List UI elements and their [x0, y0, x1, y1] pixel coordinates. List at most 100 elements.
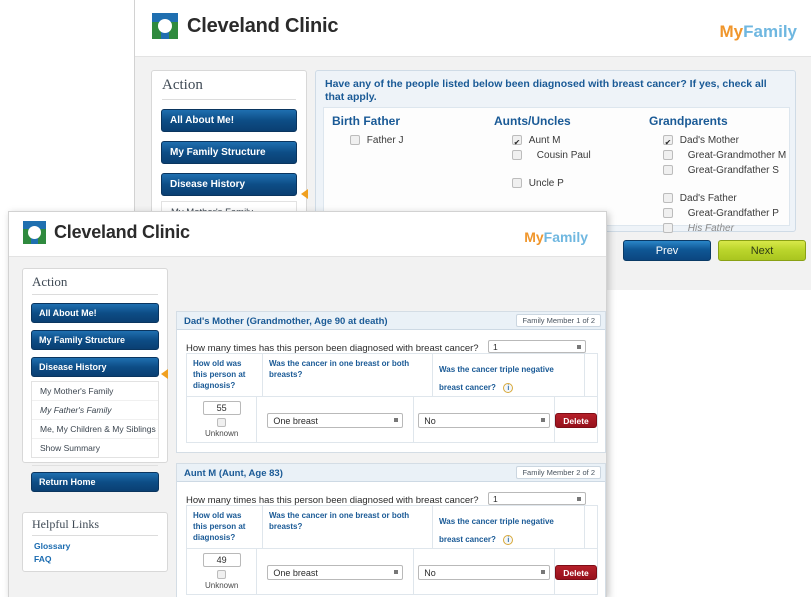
card-2-laterality-value: One breast: [273, 567, 318, 578]
sub-item-me-my-children-siblings-fg[interactable]: Me, My Children & My Siblings: [32, 420, 158, 439]
checkbox-row-dads-father[interactable]: Dad's Father: [663, 191, 789, 206]
helpful-link-glossary[interactable]: Glossary: [34, 541, 167, 551]
card-1-age-input[interactable]: [202, 401, 241, 415]
card-1-unknown-checkbox[interactable]: [217, 418, 227, 427]
action-panel-title-bg: Action: [162, 77, 296, 100]
checkbox-his-father[interactable]: [663, 223, 673, 234]
checkbox-aunt-m[interactable]: [512, 135, 522, 150]
card-1-delete-button[interactable]: Delete: [555, 412, 597, 428]
card-2-col-laterality-header: Was the cancer in one breast or both bre…: [263, 506, 433, 549]
prev-button-bg[interactable]: Prev: [623, 240, 711, 261]
col-header-label: Was the cancer triple negative breast ca…: [439, 517, 554, 544]
helpful-link-label: Glossary: [34, 541, 71, 551]
checkbox-row-great-grandfather-p[interactable]: Great-Grandfather P: [663, 206, 789, 221]
nav-button-my-family-structure-bg[interactable]: My Family Structure: [161, 141, 297, 164]
checkbox-great-grandmother-m[interactable]: [663, 150, 673, 161]
next-button-bg[interactable]: Next: [718, 240, 806, 261]
card-2-unknown-checkbox[interactable]: [217, 570, 227, 579]
delete-button-label: Delete: [563, 567, 589, 578]
checkbox-row-dads-mother[interactable]: Dad's Mother: [663, 133, 789, 150]
foreground-window-header: Cleveland Clinic MyFamily: [9, 212, 606, 257]
checkbox-dads-father[interactable]: [663, 193, 673, 204]
card-1-count-value: 1: [493, 342, 498, 353]
checkbox-father-j[interactable]: [350, 135, 360, 146]
action-panel-title-fg: Action: [32, 274, 158, 295]
card-1-triple-negative-select[interactable]: No: [418, 412, 551, 428]
nav-button-label: All About Me!: [170, 115, 235, 126]
foreground-window: Cleveland Clinic MyFamily Action All Abo…: [8, 211, 607, 597]
helpful-link-faq[interactable]: FAQ: [34, 554, 167, 564]
chevron-down-icon: [541, 418, 546, 422]
next-button-label: Next: [750, 245, 774, 257]
sub-item-show-summary-fg[interactable]: Show Summary: [32, 439, 158, 457]
nav-button-label: Disease History: [170, 179, 246, 190]
card-2-laterality-select[interactable]: One breast: [267, 564, 404, 580]
card-2-table-header-row: How old was this person at diagnosis? Wa…: [187, 506, 597, 549]
nav-button-all-about-me-fg[interactable]: All About Me!: [31, 303, 159, 323]
cleveland-clinic-wordmark-bg: Cleveland Clinic: [187, 14, 339, 37]
checkbox-great-grandfather-s[interactable]: [663, 165, 673, 176]
card-2-col-triple-negative-header: Was the cancer triple negative breast ca…: [433, 506, 585, 549]
cleveland-clinic-mark-icon-fg: [23, 221, 46, 244]
delete-button-label: Delete: [563, 415, 589, 426]
nav-button-label: Disease History: [39, 362, 107, 372]
card-2-count-value: 1: [493, 494, 498, 505]
sub-item-label: Show Summary: [40, 443, 100, 453]
myfamily-family-bg: Family: [743, 22, 797, 41]
cleveland-clinic-logo-bg: Cleveland Clinic: [152, 13, 338, 39]
checkbox-row-great-grandfather-s[interactable]: Great-Grandfather S: [663, 163, 789, 178]
card-1-triple-negative-value: No: [424, 415, 436, 426]
question-text-value: Have any of the people listed below been…: [325, 78, 767, 104]
col-header-label: How old was this person at diagnosis?: [193, 511, 246, 542]
card-1-count-select[interactable]: 1: [488, 340, 587, 354]
col-header-label: Was the cancer in one breast or both bre…: [269, 359, 410, 379]
nav-button-all-about-me-bg[interactable]: All About Me!: [161, 109, 297, 132]
card-2-triple-negative-select[interactable]: No: [418, 564, 551, 580]
nav-button-label: All About Me!: [39, 308, 97, 318]
checkbox-uncle-p[interactable]: [512, 178, 522, 189]
card-1-unknown-label: Unknown: [204, 429, 239, 438]
checkbox-cousin-paul[interactable]: [512, 150, 522, 161]
card-1-col-age-header: How old was this person at diagnosis?: [187, 354, 263, 397]
card-2-count-select[interactable]: 1: [488, 492, 587, 506]
card-2-delete-button[interactable]: Delete: [555, 564, 597, 580]
checkbox-great-grandfather-p[interactable]: [663, 208, 673, 219]
checkbox-row-great-grandmother-m[interactable]: Great-Grandmother M: [663, 148, 789, 163]
checkbox-row-his-father[interactable]: His Father: [663, 221, 789, 236]
nav-button-disease-history-fg[interactable]: Disease History: [31, 357, 159, 377]
nav-button-disease-history-bg[interactable]: Disease History: [161, 173, 297, 196]
triple-negative-info-icon-1[interactable]: i: [503, 383, 514, 393]
card-1-triple-negative-cell: No: [414, 397, 555, 443]
card-2-header: Aunt M (Aunt, Age 83) Family Member 2 of…: [177, 464, 605, 482]
foreground-window-body: Action All About Me! My Family Structure…: [9, 257, 606, 597]
card-1-table: How old was this person at diagnosis? Wa…: [186, 353, 598, 443]
checkbox-label: Father J: [366, 135, 404, 146]
card-2-age-input[interactable]: [202, 553, 241, 567]
nav-button-my-family-structure-fg[interactable]: My Family Structure: [31, 330, 159, 350]
col-header-label: Was the cancer in one breast or both bre…: [269, 511, 410, 531]
checkbox-row-aunt-m[interactable]: Aunt M: [512, 133, 639, 150]
checkbox-dads-mother[interactable]: [663, 135, 673, 150]
checkbox-label: Great-Grandfather P: [687, 208, 779, 219]
triple-negative-info-icon-2[interactable]: i: [503, 535, 514, 545]
table-row: Unknown One breast No: [187, 397, 597, 443]
nav-button-return-home-fg[interactable]: Return Home: [31, 472, 159, 492]
checkbox-row-father-j[interactable]: Father J: [350, 133, 482, 148]
question-text-bg: Have any of the people listed below been…: [316, 71, 795, 104]
chevron-down-icon: [394, 418, 399, 422]
sub-item-label: Me, My Children & My Siblings: [40, 424, 156, 434]
question-box-bg: Have any of the people listed below been…: [315, 70, 796, 234]
card-1-col-actions-header: [585, 354, 597, 397]
sub-item-my-mothers-family-fg[interactable]: My Mother's Family: [32, 382, 158, 401]
checkbox-label: Aunt M: [528, 135, 561, 146]
card-2-col-age-header: How old was this person at diagnosis?: [187, 506, 263, 549]
sub-item-my-fathers-family-fg[interactable]: My Father's Family: [32, 401, 158, 420]
card-1-laterality-select[interactable]: One breast: [267, 412, 404, 428]
chevron-down-icon: [577, 496, 582, 501]
checkbox-row-uncle-p[interactable]: Uncle P: [512, 176, 639, 191]
checkbox-row-cousin-paul[interactable]: Cousin Paul: [512, 148, 639, 163]
family-member-card-2: Aunt M (Aunt, Age 83) Family Member 2 of…: [176, 463, 606, 597]
card-2-triple-negative-cell: No: [414, 549, 555, 595]
chevron-down-icon: [394, 570, 399, 574]
checkbox-label: Uncle P: [528, 178, 564, 189]
